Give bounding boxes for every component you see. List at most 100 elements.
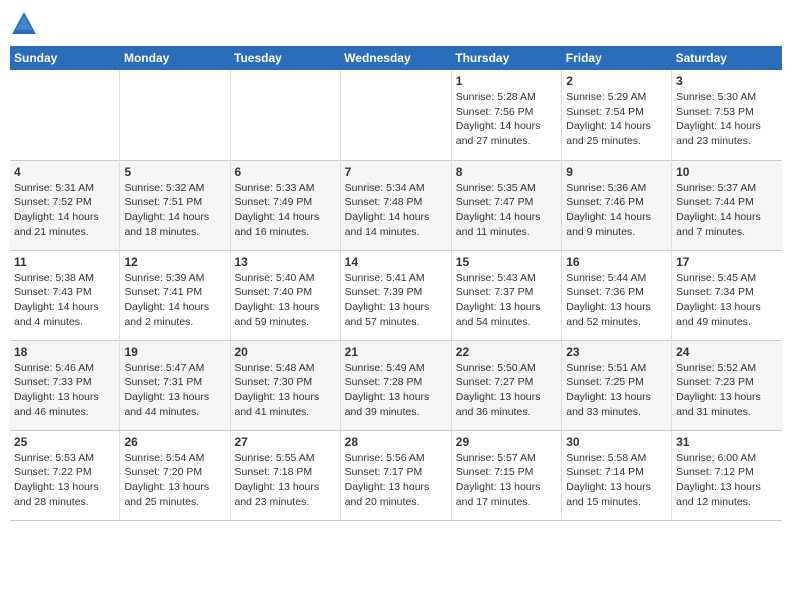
day-cell: 2 Sunrise: 5:29 AMSunset: 7:54 PMDaylight… bbox=[562, 70, 672, 160]
day-info: Sunrise: 5:28 AMSunset: 7:56 PMDaylight:… bbox=[456, 90, 557, 149]
day-cell: 13 Sunrise: 5:40 AMSunset: 7:40 PMDayligh… bbox=[230, 250, 340, 340]
day-cell bbox=[340, 70, 451, 160]
day-number: 20 bbox=[235, 345, 336, 359]
day-cell: 7Sunrise: 5:34 AMSunset: 7:48 PMDaylight… bbox=[340, 160, 451, 250]
day-cell: 5 Sunrise: 5:32 AMSunset: 7:51 PMDaylight… bbox=[120, 160, 230, 250]
logo-icon bbox=[10, 10, 38, 38]
day-number: 29 bbox=[456, 435, 557, 449]
col-header-monday: Monday bbox=[120, 46, 230, 70]
day-cell: 24Sunrise: 5:52 AMSunset: 7:23 PMDayligh… bbox=[672, 340, 782, 430]
day-cell: 31 Sunrise: 6:00 AMSunset: 7:12 PMDayligh… bbox=[672, 430, 782, 520]
day-info: Sunrise: 5:36 AMSunset: 7:46 PMDaylight:… bbox=[566, 181, 667, 240]
day-cell: 30 Sunrise: 5:58 AMSunset: 7:14 PMDayligh… bbox=[562, 430, 672, 520]
day-info: Sunrise: 5:56 AMSunset: 7:17 PMDaylight:… bbox=[345, 451, 447, 510]
day-info: Sunrise: 5:53 AMSunset: 7:22 PMDaylight:… bbox=[14, 451, 115, 510]
day-number: 1 bbox=[456, 74, 557, 88]
day-cell: 25 Sunrise: 5:53 AMSunset: 7:22 PMDayligh… bbox=[10, 430, 120, 520]
day-number: 13 bbox=[235, 255, 336, 269]
day-number: 27 bbox=[235, 435, 336, 449]
day-cell: 26 Sunrise: 5:54 AMSunset: 7:20 PMDayligh… bbox=[120, 430, 230, 520]
day-number: 6 bbox=[235, 165, 336, 179]
week-row-1: 4Sunrise: 5:31 AMSunset: 7:52 PMDaylight… bbox=[10, 160, 782, 250]
day-number: 26 bbox=[124, 435, 225, 449]
col-header-wednesday: Wednesday bbox=[340, 46, 451, 70]
day-info: Sunrise: 5:29 AMSunset: 7:54 PMDaylight:… bbox=[566, 90, 667, 149]
day-cell: 11 Sunrise: 5:38 AMSunset: 7:43 PMDayligh… bbox=[10, 250, 120, 340]
day-number: 10 bbox=[676, 165, 778, 179]
day-info: Sunrise: 5:47 AMSunset: 7:31 PMDaylight:… bbox=[124, 361, 225, 420]
day-number: 15 bbox=[456, 255, 557, 269]
day-info: Sunrise: 5:55 AMSunset: 7:18 PMDaylight:… bbox=[235, 451, 336, 510]
calendar-table: SundayMondayTuesdayWednesdayThursdayFrid… bbox=[10, 46, 782, 521]
day-cell: 27 Sunrise: 5:55 AMSunset: 7:18 PMDayligh… bbox=[230, 430, 340, 520]
day-info: Sunrise: 5:30 AMSunset: 7:53 PMDaylight:… bbox=[676, 90, 778, 149]
day-number: 21 bbox=[345, 345, 447, 359]
day-number: 30 bbox=[566, 435, 667, 449]
day-info: Sunrise: 5:50 AMSunset: 7:27 PMDaylight:… bbox=[456, 361, 557, 420]
day-cell: 19 Sunrise: 5:47 AMSunset: 7:31 PMDayligh… bbox=[120, 340, 230, 430]
day-number: 25 bbox=[14, 435, 115, 449]
day-cell: 18 Sunrise: 5:46 AMSunset: 7:33 PMDayligh… bbox=[10, 340, 120, 430]
day-cell: 29 Sunrise: 5:57 AMSunset: 7:15 PMDayligh… bbox=[451, 430, 561, 520]
day-info: Sunrise: 6:00 AMSunset: 7:12 PMDaylight:… bbox=[676, 451, 778, 510]
day-cell bbox=[10, 70, 120, 160]
day-info: Sunrise: 5:51 AMSunset: 7:25 PMDaylight:… bbox=[566, 361, 667, 420]
col-header-saturday: Saturday bbox=[672, 46, 782, 70]
day-cell: 17 Sunrise: 5:45 AMSunset: 7:34 PMDayligh… bbox=[672, 250, 782, 340]
day-number: 16 bbox=[566, 255, 667, 269]
day-info: Sunrise: 5:49 AMSunset: 7:28 PMDaylight:… bbox=[345, 361, 447, 420]
day-info: Sunrise: 5:38 AMSunset: 7:43 PMDaylight:… bbox=[14, 271, 115, 330]
day-info: Sunrise: 5:44 AMSunset: 7:36 PMDaylight:… bbox=[566, 271, 667, 330]
day-number: 2 bbox=[566, 74, 667, 88]
week-row-0: 1 Sunrise: 5:28 AMSunset: 7:56 PMDaylight… bbox=[10, 70, 782, 160]
day-number: 22 bbox=[456, 345, 557, 359]
col-header-sunday: Sunday bbox=[10, 46, 120, 70]
day-info: Sunrise: 5:58 AMSunset: 7:14 PMDaylight:… bbox=[566, 451, 667, 510]
day-number: 14 bbox=[345, 255, 447, 269]
day-info: Sunrise: 5:32 AMSunset: 7:51 PMDaylight:… bbox=[124, 181, 225, 240]
day-info: Sunrise: 5:41 AMSunset: 7:39 PMDaylight:… bbox=[345, 271, 447, 330]
day-number: 12 bbox=[124, 255, 225, 269]
day-cell: 10 Sunrise: 5:37 AMSunset: 7:44 PMDayligh… bbox=[672, 160, 782, 250]
day-cell: 15 Sunrise: 5:43 AMSunset: 7:37 PMDayligh… bbox=[451, 250, 561, 340]
page-header bbox=[10, 10, 782, 38]
day-number: 3 bbox=[676, 74, 778, 88]
day-cell: 14 Sunrise: 5:41 AMSunset: 7:39 PMDayligh… bbox=[340, 250, 451, 340]
day-number: 5 bbox=[124, 165, 225, 179]
day-info: Sunrise: 5:52 AMSunset: 7:23 PMDaylight:… bbox=[676, 361, 778, 420]
day-cell: 23Sunrise: 5:51 AMSunset: 7:25 PMDayligh… bbox=[562, 340, 672, 430]
day-info: Sunrise: 5:43 AMSunset: 7:37 PMDaylight:… bbox=[456, 271, 557, 330]
day-info: Sunrise: 5:46 AMSunset: 7:33 PMDaylight:… bbox=[14, 361, 115, 420]
day-info: Sunrise: 5:37 AMSunset: 7:44 PMDaylight:… bbox=[676, 181, 778, 240]
day-cell: 3 Sunrise: 5:30 AMSunset: 7:53 PMDaylight… bbox=[672, 70, 782, 160]
day-cell: 9Sunrise: 5:36 AMSunset: 7:46 PMDaylight… bbox=[562, 160, 672, 250]
day-cell: 1 Sunrise: 5:28 AMSunset: 7:56 PMDaylight… bbox=[451, 70, 561, 160]
week-row-4: 25 Sunrise: 5:53 AMSunset: 7:22 PMDayligh… bbox=[10, 430, 782, 520]
day-cell: 20Sunrise: 5:48 AMSunset: 7:30 PMDayligh… bbox=[230, 340, 340, 430]
week-row-2: 11 Sunrise: 5:38 AMSunset: 7:43 PMDayligh… bbox=[10, 250, 782, 340]
day-info: Sunrise: 5:39 AMSunset: 7:41 PMDaylight:… bbox=[124, 271, 225, 330]
day-number: 17 bbox=[676, 255, 778, 269]
day-info: Sunrise: 5:57 AMSunset: 7:15 PMDaylight:… bbox=[456, 451, 557, 510]
day-cell: 6 Sunrise: 5:33 AMSunset: 7:49 PMDaylight… bbox=[230, 160, 340, 250]
day-info: Sunrise: 5:35 AMSunset: 7:47 PMDaylight:… bbox=[456, 181, 557, 240]
day-cell: 16 Sunrise: 5:44 AMSunset: 7:36 PMDayligh… bbox=[562, 250, 672, 340]
day-number: 18 bbox=[14, 345, 115, 359]
day-info: Sunrise: 5:45 AMSunset: 7:34 PMDaylight:… bbox=[676, 271, 778, 330]
day-info: Sunrise: 5:34 AMSunset: 7:48 PMDaylight:… bbox=[345, 181, 447, 240]
day-info: Sunrise: 5:33 AMSunset: 7:49 PMDaylight:… bbox=[235, 181, 336, 240]
day-cell: 4Sunrise: 5:31 AMSunset: 7:52 PMDaylight… bbox=[10, 160, 120, 250]
day-number: 28 bbox=[345, 435, 447, 449]
day-info: Sunrise: 5:54 AMSunset: 7:20 PMDaylight:… bbox=[124, 451, 225, 510]
day-cell: 22 Sunrise: 5:50 AMSunset: 7:27 PMDayligh… bbox=[451, 340, 561, 430]
day-number: 19 bbox=[124, 345, 225, 359]
day-cell bbox=[230, 70, 340, 160]
col-header-thursday: Thursday bbox=[451, 46, 561, 70]
day-number: 11 bbox=[14, 255, 115, 269]
day-info: Sunrise: 5:31 AMSunset: 7:52 PMDaylight:… bbox=[14, 181, 115, 240]
day-cell: 8Sunrise: 5:35 AMSunset: 7:47 PMDaylight… bbox=[451, 160, 561, 250]
day-info: Sunrise: 5:40 AMSunset: 7:40 PMDaylight:… bbox=[235, 271, 336, 330]
col-header-friday: Friday bbox=[562, 46, 672, 70]
week-row-3: 18 Sunrise: 5:46 AMSunset: 7:33 PMDayligh… bbox=[10, 340, 782, 430]
day-number: 31 bbox=[676, 435, 778, 449]
